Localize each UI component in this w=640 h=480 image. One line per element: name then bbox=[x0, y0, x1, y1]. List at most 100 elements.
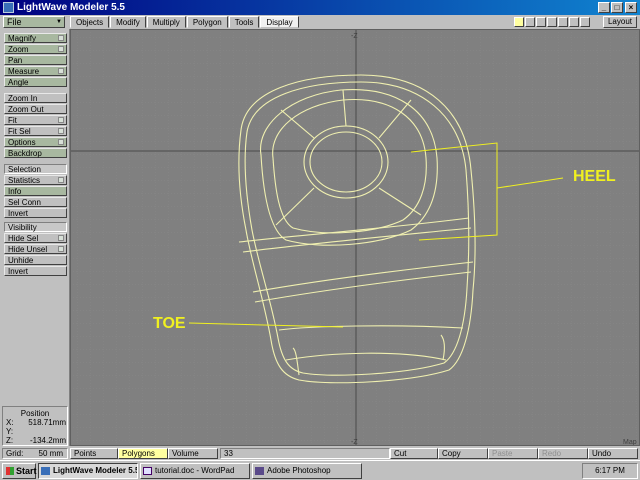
key-badge-icon bbox=[58, 35, 64, 41]
tab-tools[interactable]: Tools bbox=[228, 16, 260, 28]
tab-objects[interactable]: Objects bbox=[70, 16, 110, 28]
layer-button-7[interactable] bbox=[580, 17, 590, 27]
hide-sel-label: Hide Sel bbox=[8, 234, 39, 243]
key-badge-icon bbox=[58, 235, 64, 241]
statistics-label: Statistics bbox=[8, 176, 41, 185]
undo-button[interactable]: Undo bbox=[588, 448, 638, 459]
pan-button[interactable]: Pan bbox=[4, 55, 67, 65]
unhide-label: Unhide bbox=[8, 256, 34, 265]
zoom-button[interactable]: Zoom bbox=[4, 44, 67, 54]
axis-bottom-label: -Z bbox=[351, 439, 358, 446]
tab-display[interactable]: Display bbox=[260, 16, 299, 28]
task-lightwave[interactable]: LightWave Modeler 5.5 bbox=[38, 463, 138, 479]
layer-button-5[interactable] bbox=[558, 17, 568, 27]
visibility-invert-label: Invert bbox=[8, 267, 29, 276]
taskbar: Start LightWave Modeler 5.5 tutorial.doc… bbox=[0, 460, 640, 480]
x-axis-label: X: bbox=[6, 418, 14, 427]
layer-button-1[interactable] bbox=[514, 17, 524, 27]
maximize-button[interactable]: □ bbox=[611, 2, 623, 13]
window-title: LightWave Modeler 5.5 bbox=[17, 2, 125, 13]
zoom-out-button[interactable]: Zoom Out bbox=[4, 104, 67, 114]
windows-logo-icon bbox=[6, 467, 14, 475]
photoshop-app-icon bbox=[255, 467, 264, 475]
info-button[interactable]: Info bbox=[4, 186, 67, 196]
task-wordpad-label: tutorial.doc - WordPad bbox=[155, 466, 235, 475]
pan-label: Pan bbox=[8, 56, 23, 65]
hide-unsel-button[interactable]: Hide Unsel bbox=[4, 244, 67, 254]
task-photoshop[interactable]: Adobe Photoshop bbox=[252, 463, 362, 479]
paste-button[interactable]: Paste bbox=[488, 448, 538, 459]
sel-conn-label: Sel Conn bbox=[8, 198, 41, 207]
sel-conn-button[interactable]: Sel Conn bbox=[4, 197, 67, 207]
hide-unsel-label: Hide Unsel bbox=[8, 245, 48, 254]
toe-label: TOE bbox=[153, 315, 186, 332]
axis-top-label: -Z bbox=[351, 33, 358, 40]
file-dropdown[interactable]: File ▼ bbox=[3, 16, 65, 28]
grid-size-readout: Grid: 50 mm bbox=[2, 448, 68, 459]
redo-button[interactable]: Redo bbox=[538, 448, 588, 459]
points-mode-button[interactable]: Points bbox=[70, 448, 118, 459]
selection-heading: Selection bbox=[4, 164, 67, 174]
layout-button[interactable]: Layout bbox=[603, 16, 637, 28]
tab-polygon[interactable]: Polygon bbox=[186, 16, 228, 28]
hide-sel-button[interactable]: Hide Sel bbox=[4, 233, 67, 243]
zoom-in-label: Zoom In bbox=[8, 94, 38, 103]
key-badge-icon bbox=[58, 68, 64, 74]
app-icon bbox=[3, 2, 14, 13]
visibility-heading: Visibility bbox=[4, 222, 67, 232]
x-value: 518.71mm bbox=[28, 418, 66, 427]
selection-invert-button[interactable]: Invert bbox=[4, 208, 67, 218]
magnify-button[interactable]: Magnify bbox=[4, 33, 67, 43]
zoom-out-label: Zoom Out bbox=[8, 105, 44, 114]
modeling-viewport[interactable]: -Z -Z Map HEEL TOE bbox=[70, 29, 640, 446]
start-button[interactable]: Start bbox=[2, 463, 37, 479]
zoom-in-button[interactable]: Zoom In bbox=[4, 93, 67, 103]
system-tray-clock: 6:17 PM bbox=[582, 463, 638, 479]
backdrop-button[interactable]: Backdrop bbox=[4, 148, 67, 158]
lightwave-app-icon bbox=[41, 467, 50, 475]
measure-button[interactable]: Measure bbox=[4, 66, 67, 76]
chevron-down-icon: ▼ bbox=[56, 19, 62, 25]
tab-multiply[interactable]: Multiply bbox=[146, 16, 186, 28]
volume-mode-button[interactable]: Volume bbox=[168, 448, 218, 459]
viewport-canvas[interactable]: -Z -Z Map bbox=[71, 30, 640, 446]
key-badge-icon bbox=[58, 177, 64, 183]
viewport-corner-label: Map bbox=[623, 439, 637, 446]
fit-button[interactable]: Fit bbox=[4, 115, 67, 125]
layer-button-6[interactable] bbox=[569, 17, 579, 27]
heel-label: HEEL bbox=[573, 168, 616, 185]
options-label: Options bbox=[8, 138, 36, 147]
toolbar: File ▼ Objects Modify Multiply Polygon T… bbox=[0, 15, 640, 29]
document-icon bbox=[143, 467, 152, 475]
cut-button[interactable]: Cut bbox=[390, 448, 438, 459]
layer-button-3[interactable] bbox=[536, 17, 546, 27]
angle-label: Angle bbox=[8, 78, 29, 87]
key-badge-icon bbox=[58, 128, 64, 134]
grid-value: 50 mm bbox=[38, 449, 63, 458]
title-bar[interactable]: LightWave Modeler 5.5 _ □ × bbox=[0, 0, 640, 15]
layer-button-4[interactable] bbox=[547, 17, 557, 27]
copy-button[interactable]: Copy bbox=[438, 448, 488, 459]
task-lightwave-label: LightWave Modeler 5.5 bbox=[53, 466, 138, 475]
angle-button[interactable]: Angle bbox=[4, 77, 67, 87]
z-value: -134.2mm bbox=[29, 436, 66, 445]
options-button[interactable]: Options bbox=[4, 137, 67, 147]
status-bar: Grid: 50 mm Points Polygons Volume 33 Cu… bbox=[0, 447, 640, 459]
task-wordpad[interactable]: tutorial.doc - WordPad bbox=[140, 463, 250, 479]
y-axis-label: Y: bbox=[6, 427, 14, 436]
close-button[interactable]: × bbox=[625, 2, 637, 13]
fit-sel-button[interactable]: Fit Sel bbox=[4, 126, 67, 136]
key-badge-icon bbox=[58, 117, 64, 123]
key-badge-icon bbox=[58, 139, 64, 145]
tab-modify[interactable]: Modify bbox=[110, 16, 146, 28]
file-dropdown-label: File bbox=[7, 17, 22, 27]
minimize-button[interactable]: _ bbox=[598, 2, 610, 13]
layer-button-2[interactable] bbox=[525, 17, 535, 27]
unhide-button[interactable]: Unhide bbox=[4, 255, 67, 265]
selection-heading-label: Selection bbox=[8, 165, 41, 174]
task-photoshop-label: Adobe Photoshop bbox=[267, 466, 331, 475]
info-label: Info bbox=[8, 187, 22, 196]
statistics-button[interactable]: Statistics bbox=[4, 175, 67, 185]
visibility-invert-button[interactable]: Invert bbox=[4, 266, 67, 276]
polygons-mode-button[interactable]: Polygons bbox=[118, 448, 168, 459]
